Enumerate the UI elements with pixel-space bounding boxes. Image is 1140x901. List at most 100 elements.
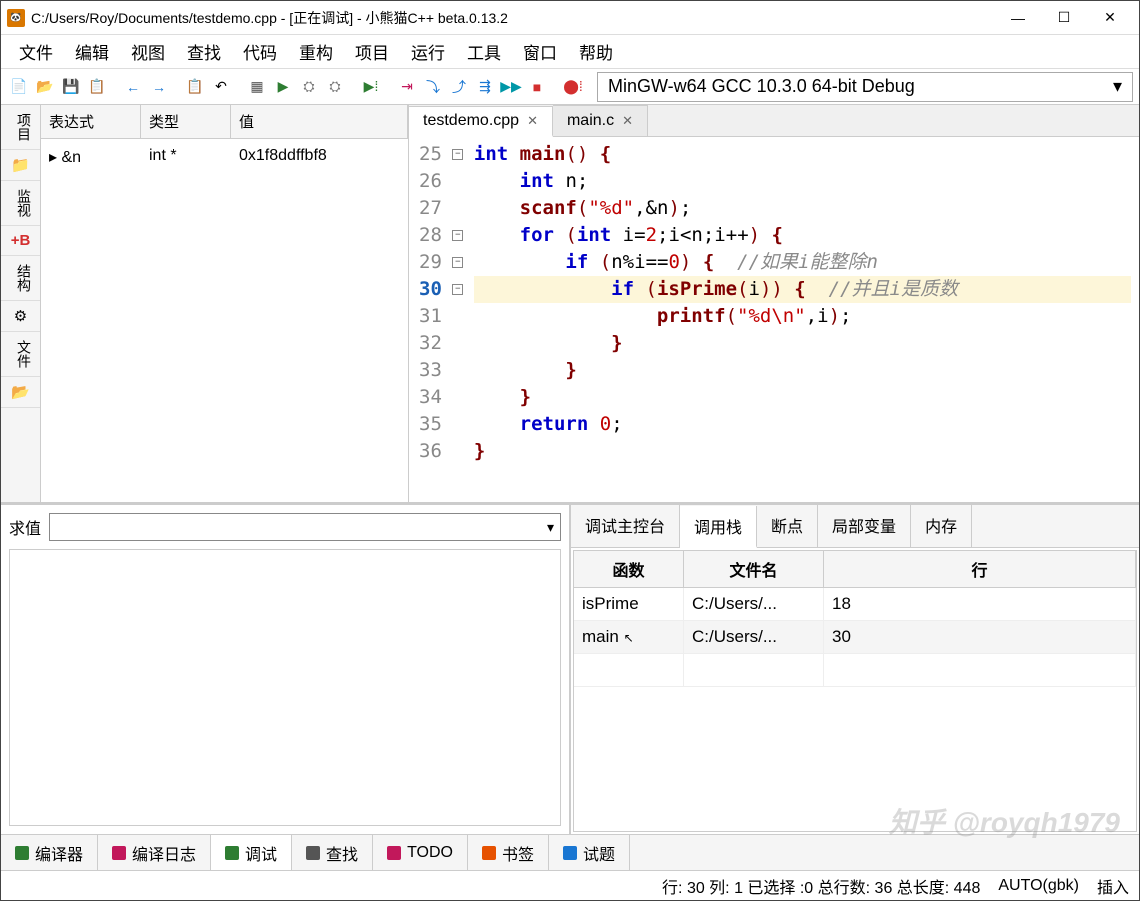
eval-input[interactable]: ▾: [49, 513, 561, 541]
close-button[interactable]: ✕: [1087, 2, 1133, 34]
code-line[interactable]: }: [474, 330, 1131, 357]
sidebar-tab-structure[interactable]: 结构: [1, 256, 40, 301]
code-line[interactable]: for (int i=2;i<n;i++) {: [474, 222, 1131, 249]
menu-文件[interactable]: 文件: [9, 35, 63, 68]
code-line[interactable]: if (n%i==0) { //如果i能整除n: [474, 249, 1131, 276]
run-to-cursor-button[interactable]: ⇶: [473, 75, 497, 99]
code-line[interactable]: int n;: [474, 168, 1131, 195]
cs-header-file[interactable]: 文件名: [684, 551, 824, 587]
save-button[interactable]: 💾: [59, 75, 83, 99]
bottom-tab[interactable]: 试题: [549, 835, 630, 870]
undo-button[interactable]: ↶: [209, 75, 233, 99]
bottom-tab[interactable]: 查找: [292, 835, 373, 870]
new-file-button[interactable]: 📄: [7, 75, 31, 99]
menu-工具[interactable]: 工具: [457, 35, 511, 68]
step-over-button[interactable]: ⇥: [395, 75, 419, 99]
bottom-tab[interactable]: 调试: [211, 835, 292, 870]
bottom-tab[interactable]: TODO: [373, 835, 468, 870]
window-title: C:/Users/Roy/Documents/testdemo.cpp - [正…: [31, 8, 995, 28]
editor-tab[interactable]: main.c✕: [553, 105, 648, 136]
bottom-tab[interactable]: 编译日志: [98, 835, 211, 870]
close-icon[interactable]: ✕: [622, 113, 633, 129]
step-into-button[interactable]: ⤵: [421, 75, 445, 99]
code-editor[interactable]: 252627282930313233343536 −−−− int main()…: [409, 137, 1139, 502]
cs-header-func[interactable]: 函数: [574, 551, 684, 587]
sidebar-tab-project[interactable]: 项目: [1, 105, 40, 150]
menu-窗口[interactable]: 窗口: [513, 35, 567, 68]
maximize-button[interactable]: ☐: [1041, 2, 1087, 34]
continue-button[interactable]: ▶▶: [499, 75, 523, 99]
status-position: 行: 30 列: 1 已选择 :0 总行数: 36 总长度: 448: [662, 874, 980, 898]
bottom-tab[interactable]: 书签: [468, 835, 549, 870]
rebuild-button[interactable]: ⛭: [323, 75, 347, 99]
debug-tab[interactable]: 内存: [911, 505, 972, 547]
tab-icon: [563, 846, 577, 860]
menu-编辑[interactable]: 编辑: [65, 35, 119, 68]
tab-icon: [225, 846, 239, 860]
watch-header-type[interactable]: 类型: [141, 105, 231, 138]
debug-tab[interactable]: 断点: [757, 505, 818, 547]
titlebar: 🐼 C:/Users/Roy/Documents/testdemo.cpp - …: [1, 1, 1139, 35]
menu-重构[interactable]: 重构: [289, 35, 343, 68]
run-button[interactable]: ▶: [271, 75, 295, 99]
menu-运行[interactable]: 运行: [401, 35, 455, 68]
code-line[interactable]: int main() {: [474, 141, 1131, 168]
sidebar-tab-files[interactable]: 文件: [1, 332, 40, 377]
open-button[interactable]: 📂: [33, 75, 57, 99]
watch-panel: 表达式 类型 值 ▸ &nint *0x1f8ddffbf8: [41, 105, 409, 502]
left-sidebar: 项目 📁 监视 +B 结构 ⚙ 文件 📂: [1, 105, 41, 502]
stop-button[interactable]: ■: [525, 75, 549, 99]
code-line[interactable]: }: [474, 357, 1131, 384]
structure-icon[interactable]: ⚙: [1, 301, 40, 332]
callstack-row[interactable]: main ↖C:/Users/...30: [574, 621, 1136, 654]
watch-row[interactable]: ▸ &nint *0x1f8ddffbf8: [41, 139, 408, 175]
code-line[interactable]: printf("%d\n",i);: [474, 303, 1131, 330]
code-line[interactable]: }: [474, 384, 1131, 411]
compile-button[interactable]: ▦: [245, 75, 269, 99]
eval-output: [9, 549, 561, 826]
tab-icon: [15, 846, 29, 860]
menu-项目[interactable]: 项目: [345, 35, 399, 68]
close-icon[interactable]: ✕: [527, 113, 538, 129]
watch-header-value[interactable]: 值: [231, 105, 408, 138]
watch-header-expr[interactable]: 表达式: [41, 105, 141, 138]
debug-button[interactable]: ▶⁞: [359, 75, 383, 99]
menubar: 文件编辑视图查找代码重构项目运行工具窗口帮助: [1, 35, 1139, 69]
status-encoding: AUTO(gbk): [998, 877, 1079, 895]
menu-查找[interactable]: 查找: [177, 35, 231, 68]
tab-icon: [387, 846, 401, 860]
copy-button[interactable]: 📋: [183, 75, 207, 99]
add-breakpoint-icon[interactable]: +B: [1, 226, 40, 256]
bottom-tab[interactable]: 编译器: [1, 835, 98, 870]
editor-tabs: testdemo.cpp✕main.c✕: [409, 105, 1139, 137]
debug-tabs: 调试主控台调用栈断点局部变量内存: [571, 505, 1139, 548]
code-line[interactable]: }: [474, 438, 1131, 465]
code-line[interactable]: scanf("%d",&n);: [474, 195, 1131, 222]
statusbar: 行: 30 列: 1 已选择 :0 总行数: 36 总长度: 448 AUTO(…: [1, 870, 1139, 900]
debug-tab[interactable]: 调试主控台: [571, 505, 680, 547]
app-icon: 🐼: [7, 9, 25, 27]
code-line[interactable]: if (isPrime(i)) { //并且i是质数: [474, 276, 1131, 303]
bottom-tabs: 编译器编译日志调试查找TODO书签试题: [1, 834, 1139, 870]
breakpoint-button[interactable]: ⬤⁞: [561, 75, 585, 99]
debug-tab[interactable]: 局部变量: [818, 505, 911, 547]
editor-tab[interactable]: testdemo.cpp✕: [409, 106, 553, 137]
status-mode: 插入: [1097, 874, 1129, 898]
debug-tab[interactable]: 调用栈: [680, 506, 757, 548]
callstack-row[interactable]: isPrimeC:/Users/...18: [574, 588, 1136, 621]
step-out-button[interactable]: ⤴: [447, 75, 471, 99]
forward-button[interactable]: →: [147, 75, 171, 99]
compiler-select[interactable]: MinGW-w64 GCC 10.3.0 64-bit Debug ▾: [597, 72, 1133, 102]
menu-代码[interactable]: 代码: [233, 35, 287, 68]
back-button[interactable]: ←: [121, 75, 145, 99]
code-line[interactable]: return 0;: [474, 411, 1131, 438]
menu-视图[interactable]: 视图: [121, 35, 175, 68]
sidebar-tab-watch[interactable]: 监视: [1, 181, 40, 226]
folder-icon[interactable]: 📁: [1, 150, 40, 181]
files-icon[interactable]: 📂: [1, 377, 40, 408]
minimize-button[interactable]: —: [995, 2, 1041, 34]
menu-帮助[interactable]: 帮助: [569, 35, 623, 68]
cs-header-line[interactable]: 行: [824, 551, 1136, 587]
save-all-button[interactable]: 📋: [85, 75, 109, 99]
compile-run-button[interactable]: ⛭: [297, 75, 321, 99]
